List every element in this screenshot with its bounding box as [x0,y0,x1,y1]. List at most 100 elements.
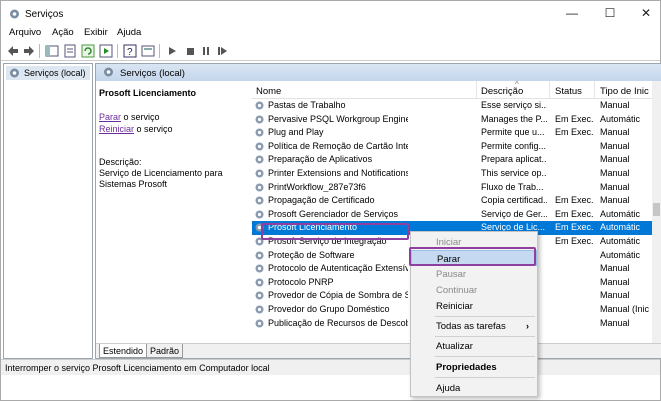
service-description: Prepara aplicat... [481,154,547,165]
main-pane: Serviços (local) Prosoft Licenciamento P… [95,63,661,359]
minimize-button[interactable]: — [554,1,590,25]
service-gear-icon [255,183,264,192]
column-header-name[interactable]: Nome [256,86,281,97]
services-app-icon [10,9,19,19]
column-header-description[interactable]: Descrição [481,86,523,97]
maximize-button[interactable]: ☐ [592,1,628,25]
restart-icon[interactable] [215,44,229,58]
menu-item-properties[interactable]: Propriedades [411,359,537,375]
service-name: Provedor de Cópia de Sombra de Software [268,290,408,301]
refresh-icon[interactable] [81,44,95,58]
menu-exibir[interactable]: Exibir [84,27,108,38]
service-row[interactable]: Propagação de Certificado Copia certifica… [252,194,652,208]
service-status: Em Exec... [555,127,593,138]
toolbar: ? [1,41,660,61]
service-gear-icon [255,155,264,164]
menu-item-refresh[interactable]: Atualizar [411,338,537,354]
stop-icon[interactable] [183,44,197,58]
window-title: Serviços [25,9,64,20]
stop-service-link[interactable]: Parar [99,112,121,122]
service-status: Em Exec... [555,236,593,246]
service-name: Protocolo de Autenticação Extensível [268,263,408,274]
service-row[interactable]: PrintWorkflow_287e73f6 Fluxo de Trab... Ma… [252,181,652,195]
tab-standard[interactable]: Padrão [146,344,184,358]
column-divider[interactable] [476,81,477,99]
menu-item-label: Todas as tarefas [436,321,506,332]
submenu-arrow-icon: › [526,321,529,331]
export-list-icon[interactable] [99,44,113,58]
service-startup-type: Manual [600,168,630,178]
column-header-startup-type[interactable]: Tipo de Inic [600,86,649,97]
menu-item-label: Pausar [436,269,467,280]
menu-arquivo[interactable]: Arquivo [9,27,41,38]
service-gear-icon [255,319,264,328]
column-divider[interactable] [594,81,595,99]
service-name: Plug and Play [268,127,324,138]
service-row[interactable]: Pastas de Trabalho Esse serviço si... Manu… [252,99,652,113]
pane-header: Serviços (local) [96,64,661,81]
service-row[interactable]: Pervasive PSQL Workgroup Engine Manages t… [252,113,652,127]
stop-service-suffix: o serviço [121,112,160,122]
column-divider[interactable] [549,81,550,99]
start-icon[interactable] [165,44,179,58]
service-name: Prosoft Gerenciador de Serviços [268,208,399,219]
scrollbar-thumb[interactable] [653,203,660,216]
column-header-status[interactable]: Status [555,86,582,97]
stop-menu-highlight [409,247,536,266]
back-arrow-icon[interactable] [6,44,20,58]
pane-header-title: Serviços (local) [120,68,185,79]
service-name: Proteção de Software [268,249,355,260]
service-name: Protocolo PNRP [268,276,334,287]
tree-node-services-local[interactable]: Serviços (local) [6,66,90,80]
toolbar-separator [117,44,118,58]
service-startup-type: Automátic [600,236,641,246]
service-startup-type: Automátic [600,113,641,124]
menu-separator [435,336,535,337]
service-gear-icon [255,169,264,178]
menu-item-restart[interactable]: Reiniciar [411,298,537,314]
forward-arrow-icon[interactable] [22,44,36,58]
service-row[interactable]: Preparação de Aplicativos Prepara aplicat… [252,153,652,167]
service-name: Política de Remoção de Cartão Inteligent… [268,140,408,151]
service-row[interactable]: Política de Remoção de Cartão Inteligent… [252,140,652,154]
vertical-scrollbar[interactable] [652,81,661,343]
service-row[interactable]: Printer Extensions and Notifications This… [252,167,652,181]
restart-service-link[interactable]: Reiniciar [99,124,134,134]
service-startup-type: Manual [600,317,630,328]
properties-sheet-icon[interactable] [63,44,77,58]
service-description: Permite config... [481,140,547,151]
menu-acao[interactable]: Ação [52,27,74,38]
menu-ajuda[interactable]: Ajuda [117,27,141,38]
show-hide-icon[interactable] [141,44,155,58]
service-gear-icon [255,264,264,273]
service-gear-icon [255,278,264,287]
help-icon[interactable]: ? [123,44,137,58]
console-tree: Serviços (local) [3,63,93,359]
service-startup-type: Automátic [600,222,641,233]
close-button[interactable]: ✕ [628,1,661,25]
service-status: Em Exec... [555,195,593,206]
service-description: Copia certificad... [481,195,547,206]
menu-item-all-tasks[interactable]: Todas as tarefas › [411,318,537,334]
view-tabs: Estendido Padrão [96,343,661,358]
menu-item-label: Ajuda [436,383,461,394]
service-row[interactable]: Prosoft Gerenciador de Serviços Serviço d… [252,208,652,222]
service-startup-type: Manual [600,100,630,110]
pause-icon[interactable] [199,44,213,58]
status-bar: Interromper o serviço Prosoft Licenciame… [1,359,660,375]
service-name: Propagação de Certificado [268,195,375,206]
tab-extended[interactable]: Estendido [99,344,148,358]
service-name: PrintWorkflow_287e73f6 [268,181,366,192]
menu-bar: Arquivo Ação Exibir Ajuda [1,27,660,41]
menu-item-help[interactable]: Ajuda [411,380,537,396]
menu-item-label: Atualizar [436,341,473,352]
service-description: Fluxo de Trab... [481,181,544,192]
description-line: Serviço de Licenciamento para [99,168,223,178]
service-gear-icon [255,128,264,137]
description-label: Descrição: [99,157,142,167]
stop-service-row: Parar o serviço [99,112,160,122]
service-name: Pastas de Trabalho [268,100,346,110]
console-tree-icon[interactable] [45,44,59,58]
service-gear-icon [255,210,264,219]
service-row[interactable]: Plug and Play Permite que u... Em Exec... M… [252,126,652,140]
